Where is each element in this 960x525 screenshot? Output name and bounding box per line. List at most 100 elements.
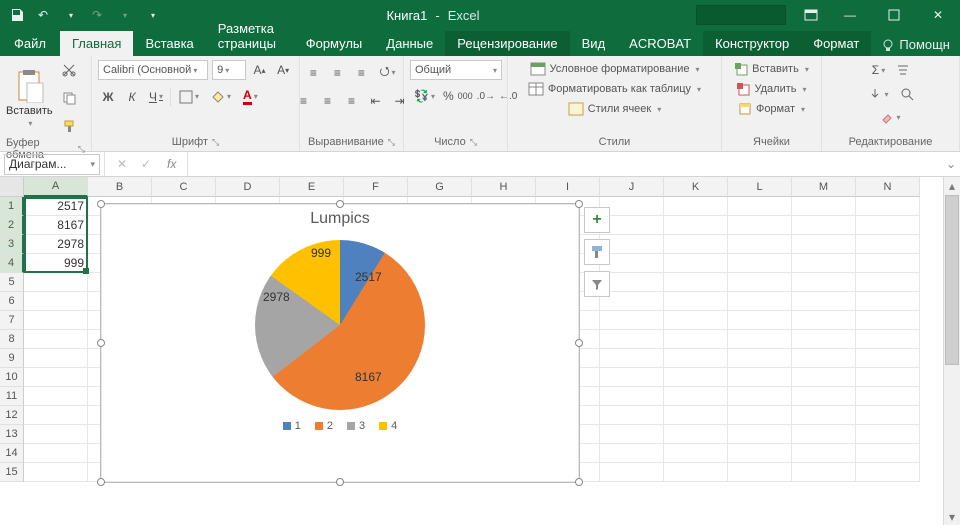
- cell[interactable]: [856, 292, 920, 311]
- maximize-button[interactable]: [872, 0, 916, 30]
- row-header[interactable]: 4: [0, 254, 24, 273]
- column-header[interactable]: M: [792, 177, 856, 197]
- column-header[interactable]: F: [344, 177, 408, 197]
- cell[interactable]: [600, 387, 664, 406]
- select-all-corner[interactable]: [0, 177, 24, 197]
- cell[interactable]: [856, 197, 920, 216]
- cell[interactable]: [728, 368, 792, 387]
- cell[interactable]: [664, 254, 728, 273]
- number-format-selector[interactable]: Общий▾: [410, 60, 502, 80]
- cell[interactable]: [792, 444, 856, 463]
- increase-font-button[interactable]: A▴: [250, 60, 270, 80]
- user-account[interactable]: [696, 5, 786, 25]
- cell[interactable]: [728, 311, 792, 330]
- tab-page-layout[interactable]: Разметка страницы: [206, 16, 294, 56]
- font-size-selector[interactable]: 9▾: [212, 60, 246, 80]
- cell[interactable]: [664, 311, 728, 330]
- row-header[interactable]: 6: [0, 292, 24, 311]
- cell[interactable]: 999: [24, 254, 88, 273]
- cell[interactable]: [856, 216, 920, 235]
- chart-styles-button[interactable]: [584, 239, 610, 265]
- row-header[interactable]: 3: [0, 235, 24, 254]
- tab-chart-design[interactable]: Конструктор: [703, 31, 801, 56]
- scroll-up-button[interactable]: ▴: [944, 177, 960, 194]
- redo-button[interactable]: ↷: [86, 4, 108, 26]
- legend-item[interactable]: 2: [315, 420, 333, 432]
- cell[interactable]: [24, 463, 88, 482]
- find-select-button[interactable]: [897, 84, 917, 104]
- row-header[interactable]: 7: [0, 311, 24, 330]
- formula-expand-button[interactable]: ⌄: [942, 157, 960, 171]
- vertical-scrollbar[interactable]: ▴ ▾: [943, 177, 960, 525]
- cell[interactable]: [856, 330, 920, 349]
- cell[interactable]: 2517: [24, 197, 88, 216]
- cell[interactable]: [856, 349, 920, 368]
- cell[interactable]: [792, 330, 856, 349]
- cell[interactable]: [24, 387, 88, 406]
- cell[interactable]: [664, 216, 728, 235]
- cell[interactable]: [664, 444, 728, 463]
- sort-filter-button[interactable]: [893, 60, 913, 80]
- tab-data[interactable]: Данные: [374, 31, 445, 56]
- cell-styles-button[interactable]: Стили ячеек▾: [514, 100, 715, 118]
- row-header[interactable]: 8: [0, 330, 24, 349]
- legend-item[interactable]: 1: [283, 420, 301, 432]
- cell[interactable]: [600, 311, 664, 330]
- cell[interactable]: [24, 406, 88, 425]
- font-color-button[interactable]: A▾: [239, 86, 262, 107]
- cell[interactable]: [792, 235, 856, 254]
- cell[interactable]: 2978: [24, 235, 88, 254]
- cell[interactable]: [664, 349, 728, 368]
- cell[interactable]: [792, 292, 856, 311]
- format-cells-button[interactable]: Формат▾: [728, 100, 815, 118]
- cell[interactable]: [792, 273, 856, 292]
- fill-color-button[interactable]: ▾: [207, 88, 235, 106]
- align-middle-button[interactable]: ≡: [327, 63, 347, 83]
- cell[interactable]: [728, 273, 792, 292]
- clear-button[interactable]: ▾: [876, 108, 904, 126]
- cell[interactable]: [728, 197, 792, 216]
- tab-view[interactable]: Вид: [570, 31, 618, 56]
- cell[interactable]: [792, 387, 856, 406]
- column-header[interactable]: A: [24, 177, 88, 197]
- cell[interactable]: [664, 273, 728, 292]
- cell[interactable]: [728, 444, 792, 463]
- cell[interactable]: [24, 349, 88, 368]
- cell[interactable]: [664, 235, 728, 254]
- qat-customize[interactable]: ▾: [142, 4, 164, 26]
- cell[interactable]: [728, 292, 792, 311]
- ribbon-options-icon[interactable]: [794, 0, 828, 30]
- resize-handle[interactable]: [336, 478, 344, 486]
- cell[interactable]: [664, 368, 728, 387]
- row-header[interactable]: 5: [0, 273, 24, 292]
- cells-area[interactable]: Lumpics 251781672978999 1234 + 251781672…: [24, 197, 943, 482]
- row-header[interactable]: 15: [0, 463, 24, 482]
- chart-legend[interactable]: 1234: [101, 420, 579, 432]
- chart-elements-button[interactable]: +: [584, 207, 610, 233]
- resize-handle[interactable]: [97, 478, 105, 486]
- cell[interactable]: [792, 254, 856, 273]
- cell[interactable]: [24, 311, 88, 330]
- column-header[interactable]: B: [88, 177, 152, 197]
- tab-chart-format[interactable]: Формат: [801, 31, 871, 56]
- cell[interactable]: [728, 254, 792, 273]
- cell[interactable]: [792, 406, 856, 425]
- bold-button[interactable]: Ж: [98, 87, 118, 107]
- resize-handle[interactable]: [336, 200, 344, 208]
- accounting-format-button[interactable]: 💱▾: [410, 87, 439, 105]
- delete-cells-button[interactable]: Удалить▾: [728, 80, 815, 98]
- decrease-font-button[interactable]: A▾: [273, 60, 293, 80]
- column-header[interactable]: E: [280, 177, 344, 197]
- cell[interactable]: [600, 330, 664, 349]
- scroll-thumb[interactable]: [945, 195, 959, 365]
- tell-me[interactable]: Помощн: [871, 33, 960, 56]
- legend-item[interactable]: 4: [379, 420, 397, 432]
- column-header[interactable]: N: [856, 177, 920, 197]
- font-dialog-launcher[interactable]: ⤡: [212, 137, 219, 148]
- row-header[interactable]: 1: [0, 197, 24, 216]
- cell[interactable]: 8167: [24, 216, 88, 235]
- row-header[interactable]: 2: [0, 216, 24, 235]
- cell[interactable]: [728, 349, 792, 368]
- cell[interactable]: [664, 425, 728, 444]
- underline-button[interactable]: Ч▾: [146, 87, 166, 107]
